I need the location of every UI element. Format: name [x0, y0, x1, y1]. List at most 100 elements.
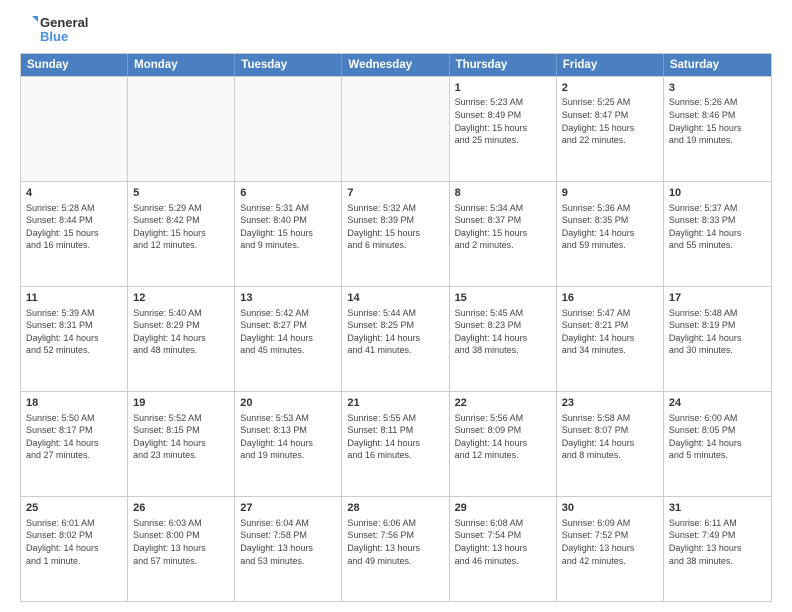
cal-header-cell: Sunday [21, 54, 128, 76]
table-row: 14Sunrise: 5:44 AM Sunset: 8:25 PM Dayli… [342, 287, 449, 391]
day-info: Sunrise: 5:32 AM Sunset: 8:39 PM Dayligh… [347, 202, 443, 252]
day-info: Sunrise: 5:23 AM Sunset: 8:49 PM Dayligh… [455, 96, 551, 146]
day-info: Sunrise: 6:04 AM Sunset: 7:58 PM Dayligh… [240, 517, 336, 567]
day-info: Sunrise: 5:48 AM Sunset: 8:19 PM Dayligh… [669, 307, 766, 357]
day-info: Sunrise: 5:34 AM Sunset: 8:37 PM Dayligh… [455, 202, 551, 252]
table-row: 26Sunrise: 6:03 AM Sunset: 8:00 PM Dayli… [128, 497, 235, 601]
calendar-row: 1Sunrise: 5:23 AM Sunset: 8:49 PM Daylig… [21, 76, 771, 181]
table-row: 22Sunrise: 5:56 AM Sunset: 8:09 PM Dayli… [450, 392, 557, 496]
cal-header-cell: Thursday [450, 54, 557, 76]
calendar-row: 25Sunrise: 6:01 AM Sunset: 8:02 PM Dayli… [21, 496, 771, 601]
day-info: Sunrise: 6:01 AM Sunset: 8:02 PM Dayligh… [26, 517, 122, 567]
cal-header-cell: Wednesday [342, 54, 449, 76]
day-info: Sunrise: 5:39 AM Sunset: 8:31 PM Dayligh… [26, 307, 122, 357]
day-info: Sunrise: 5:45 AM Sunset: 8:23 PM Dayligh… [455, 307, 551, 357]
table-row: 16Sunrise: 5:47 AM Sunset: 8:21 PM Dayli… [557, 287, 664, 391]
table-row: 12Sunrise: 5:40 AM Sunset: 8:29 PM Dayli… [128, 287, 235, 391]
day-info: Sunrise: 5:56 AM Sunset: 8:09 PM Dayligh… [455, 412, 551, 462]
day-info: Sunrise: 6:09 AM Sunset: 7:52 PM Dayligh… [562, 517, 658, 567]
day-number: 21 [347, 396, 443, 411]
logo: General Blue [20, 16, 88, 45]
day-info: Sunrise: 6:03 AM Sunset: 8:00 PM Dayligh… [133, 517, 229, 567]
table-row: 21Sunrise: 5:55 AM Sunset: 8:11 PM Dayli… [342, 392, 449, 496]
day-number: 13 [240, 291, 336, 306]
day-info: Sunrise: 6:00 AM Sunset: 8:05 PM Dayligh… [669, 412, 766, 462]
table-row: 20Sunrise: 5:53 AM Sunset: 8:13 PM Dayli… [235, 392, 342, 496]
table-row: 18Sunrise: 5:50 AM Sunset: 8:17 PM Dayli… [21, 392, 128, 496]
table-row: 2Sunrise: 5:25 AM Sunset: 8:47 PM Daylig… [557, 77, 664, 181]
day-info: Sunrise: 6:06 AM Sunset: 7:56 PM Dayligh… [347, 517, 443, 567]
logo-blue-text: Blue [40, 30, 88, 44]
day-number: 24 [669, 396, 766, 411]
logo-shape-icon [20, 16, 38, 44]
cal-header-cell: Tuesday [235, 54, 342, 76]
table-row: 30Sunrise: 6:09 AM Sunset: 7:52 PM Dayli… [557, 497, 664, 601]
table-row [342, 77, 449, 181]
day-info: Sunrise: 6:08 AM Sunset: 7:54 PM Dayligh… [455, 517, 551, 567]
day-number: 4 [26, 186, 122, 201]
table-row: 4Sunrise: 5:28 AM Sunset: 8:44 PM Daylig… [21, 182, 128, 286]
table-row: 17Sunrise: 5:48 AM Sunset: 8:19 PM Dayli… [664, 287, 771, 391]
day-number: 1 [455, 81, 551, 96]
day-number: 25 [26, 501, 122, 516]
day-number: 7 [347, 186, 443, 201]
day-info: Sunrise: 5:25 AM Sunset: 8:47 PM Dayligh… [562, 96, 658, 146]
day-number: 17 [669, 291, 766, 306]
table-row: 6Sunrise: 5:31 AM Sunset: 8:40 PM Daylig… [235, 182, 342, 286]
day-number: 11 [26, 291, 122, 306]
table-row: 10Sunrise: 5:37 AM Sunset: 8:33 PM Dayli… [664, 182, 771, 286]
day-info: Sunrise: 5:53 AM Sunset: 8:13 PM Dayligh… [240, 412, 336, 462]
table-row: 1Sunrise: 5:23 AM Sunset: 8:49 PM Daylig… [450, 77, 557, 181]
day-info: Sunrise: 5:50 AM Sunset: 8:17 PM Dayligh… [26, 412, 122, 462]
day-info: Sunrise: 5:52 AM Sunset: 8:15 PM Dayligh… [133, 412, 229, 462]
day-info: Sunrise: 5:42 AM Sunset: 8:27 PM Dayligh… [240, 307, 336, 357]
cal-header-cell: Saturday [664, 54, 771, 76]
day-number: 28 [347, 501, 443, 516]
table-row: 13Sunrise: 5:42 AM Sunset: 8:27 PM Dayli… [235, 287, 342, 391]
day-info: Sunrise: 6:11 AM Sunset: 7:49 PM Dayligh… [669, 517, 766, 567]
cal-header-cell: Friday [557, 54, 664, 76]
day-info: Sunrise: 5:29 AM Sunset: 8:42 PM Dayligh… [133, 202, 229, 252]
table-row: 11Sunrise: 5:39 AM Sunset: 8:31 PM Dayli… [21, 287, 128, 391]
page: General Blue SundayMondayTuesdayWednesda… [0, 0, 792, 612]
table-row: 31Sunrise: 6:11 AM Sunset: 7:49 PM Dayli… [664, 497, 771, 601]
table-row: 3Sunrise: 5:26 AM Sunset: 8:46 PM Daylig… [664, 77, 771, 181]
day-info: Sunrise: 5:40 AM Sunset: 8:29 PM Dayligh… [133, 307, 229, 357]
day-info: Sunrise: 5:36 AM Sunset: 8:35 PM Dayligh… [562, 202, 658, 252]
day-number: 18 [26, 396, 122, 411]
day-number: 19 [133, 396, 229, 411]
day-number: 29 [455, 501, 551, 516]
day-info: Sunrise: 5:26 AM Sunset: 8:46 PM Dayligh… [669, 96, 766, 146]
calendar-row: 18Sunrise: 5:50 AM Sunset: 8:17 PM Dayli… [21, 391, 771, 496]
calendar-row: 4Sunrise: 5:28 AM Sunset: 8:44 PM Daylig… [21, 181, 771, 286]
day-number: 15 [455, 291, 551, 306]
day-info: Sunrise: 5:44 AM Sunset: 8:25 PM Dayligh… [347, 307, 443, 357]
cal-header-cell: Monday [128, 54, 235, 76]
calendar-header-row: SundayMondayTuesdayWednesdayThursdayFrid… [21, 54, 771, 76]
table-row: 28Sunrise: 6:06 AM Sunset: 7:56 PM Dayli… [342, 497, 449, 601]
day-number: 10 [669, 186, 766, 201]
table-row: 7Sunrise: 5:32 AM Sunset: 8:39 PM Daylig… [342, 182, 449, 286]
day-number: 5 [133, 186, 229, 201]
day-number: 27 [240, 501, 336, 516]
day-number: 14 [347, 291, 443, 306]
table-row: 24Sunrise: 6:00 AM Sunset: 8:05 PM Dayli… [664, 392, 771, 496]
table-row: 15Sunrise: 5:45 AM Sunset: 8:23 PM Dayli… [450, 287, 557, 391]
day-number: 20 [240, 396, 336, 411]
table-row: 27Sunrise: 6:04 AM Sunset: 7:58 PM Dayli… [235, 497, 342, 601]
day-number: 30 [562, 501, 658, 516]
day-number: 26 [133, 501, 229, 516]
table-row: 8Sunrise: 5:34 AM Sunset: 8:37 PM Daylig… [450, 182, 557, 286]
logo-general-text: General [40, 16, 88, 30]
table-row: 19Sunrise: 5:52 AM Sunset: 8:15 PM Dayli… [128, 392, 235, 496]
day-number: 2 [562, 81, 658, 96]
day-number: 22 [455, 396, 551, 411]
calendar: SundayMondayTuesdayWednesdayThursdayFrid… [20, 53, 772, 602]
table-row: 29Sunrise: 6:08 AM Sunset: 7:54 PM Dayli… [450, 497, 557, 601]
day-info: Sunrise: 5:28 AM Sunset: 8:44 PM Dayligh… [26, 202, 122, 252]
table-row: 5Sunrise: 5:29 AM Sunset: 8:42 PM Daylig… [128, 182, 235, 286]
header: General Blue [20, 16, 772, 45]
table-row: 25Sunrise: 6:01 AM Sunset: 8:02 PM Dayli… [21, 497, 128, 601]
table-row: 23Sunrise: 5:58 AM Sunset: 8:07 PM Dayli… [557, 392, 664, 496]
day-number: 23 [562, 396, 658, 411]
